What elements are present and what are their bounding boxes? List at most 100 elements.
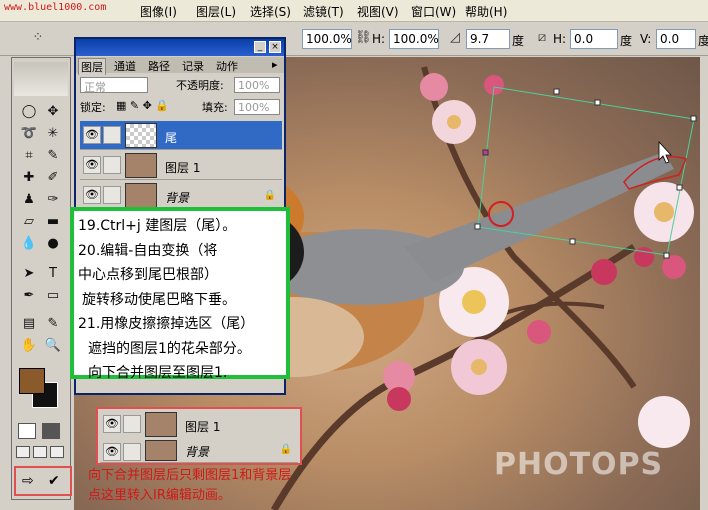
shape-tool-icon[interactable]: ▭ [42,286,64,306]
menu-window[interactable]: 窗口(W) [411,3,456,20]
screen-mode-3-icon[interactable] [50,446,64,458]
note-line: 19.Ctrl+j 建图层（尾）。 [78,218,237,234]
link-box-icon[interactable] [103,156,121,174]
screen-mode-2-icon[interactable] [33,446,47,458]
marquee-tool-icon[interactable]: ◯ [18,102,40,122]
link-box-icon[interactable] [123,415,141,433]
eye-icon[interactable]: 👁 [83,156,101,174]
menu-view[interactable]: 视图(V) [357,3,399,20]
reference-point-icon[interactable]: ⁘ [30,30,46,46]
menu-filter[interactable]: 滤镜(T) [303,3,344,20]
layer-row-tail[interactable]: 👁 尾 [80,121,282,150]
zoom-tool-icon[interactable]: 🔍 [42,336,64,356]
standard-mode-icon[interactable] [18,423,36,439]
hskew-label: H: [553,32,567,46]
blur-tool-icon[interactable]: 💧 [18,234,40,254]
layer-row-background[interactable]: 👁 背景 🔒 [80,181,282,210]
height-scale-field[interactable]: 100.0% [389,29,439,49]
layer-name: 背景 [165,191,190,205]
tab-layers[interactable]: 图层 [78,58,106,75]
degree-label-3: 度 [698,34,708,48]
move-tool-icon[interactable]: ✥ [42,102,64,122]
annotation-line-2: 点这里转入IR编辑动画。 [88,488,231,503]
history-brush-icon[interactable]: ✑ [42,190,64,210]
healing-brush-icon[interactable]: ✚ [18,168,40,188]
layer-row-layer1[interactable]: 👁 图层 1 [80,151,282,180]
link-box-icon[interactable] [123,443,141,461]
note-line: 中心点移到尾巴根部） [78,267,218,283]
brush-link-icon[interactable] [103,126,121,144]
instruction-note: 19.Ctrl+j 建图层（尾）。 20.编辑-自由变换（将 中心点移到尾巴根部… [70,207,290,381]
jump-to-imageready-button[interactable]: ⇨ ✔ [14,466,72,496]
layers-panel-titlebar[interactable]: _ × [76,39,284,56]
tab-actions[interactable]: 动作 [214,58,240,74]
opacity-field[interactable]: 100% [234,77,280,93]
dodge-tool-icon[interactable]: ● [42,234,64,254]
merged-layer-row-layer1[interactable]: 👁 图层 1 [100,410,298,439]
crop-tool-icon[interactable]: ⌗ [18,146,40,166]
slice-tool-icon[interactable]: ✎ [42,146,64,166]
eye-icon[interactable]: 👁 [103,415,121,433]
note-line: 向下合并图层至图层1. [88,365,228,381]
tab-history[interactable]: 记录 [180,58,206,74]
lock-icon: 🔒 [279,444,292,455]
eraser-tool-icon[interactable]: ▱ [18,212,40,232]
rotate-angle-icon: ◿ [450,30,460,45]
lock-icon: 🔒 [263,190,276,201]
clone-stamp-icon[interactable]: ♟ [18,190,40,210]
screen-mode-1-icon[interactable] [16,446,30,458]
note-line: 21.用橡皮擦擦掉选区（尾） [78,316,255,332]
layer-thumbnail [125,183,157,208]
width-scale-field[interactable]: 100.0% [302,29,352,49]
lock-icons[interactable]: ▦ ✎ ✥ 🔒 [116,99,169,112]
pen-tool-icon[interactable]: ✒ [18,286,40,306]
layer-name: 背景 [185,445,210,459]
menu-image[interactable]: 图像(I) [140,3,177,20]
menu-bar: www.bluel1000.com 图像(I) 图层(L) 选择(S) 滤镜(T… [0,0,708,22]
feather-logo-icon [14,62,68,96]
brush-tool-icon[interactable]: ✐ [42,168,64,188]
imageready-arrow-icon: ⇨ [22,473,34,489]
type-tool-icon[interactable]: T [42,264,64,284]
lasso-tool-icon[interactable]: ➰ [18,124,40,144]
note-line: 20.编辑-自由变换（将 [78,242,218,259]
hand-tool-icon[interactable]: ✋ [18,336,40,356]
layer-thumbnail [125,153,157,178]
eye-icon[interactable]: 👁 [83,126,101,144]
blend-mode-select[interactable]: 正常 [80,77,148,94]
lock-label: 锁定: [80,101,106,114]
eye-icon[interactable]: 👁 [83,186,101,204]
fill-label: 填充: [202,101,228,114]
tab-paths[interactable]: 路径 [146,58,172,74]
menu-help[interactable]: 帮助(H) [465,3,507,20]
merged-layers-panel: 👁 图层 1 👁 背景 🔒 [96,407,302,465]
hskew-field[interactable]: 0.0 [570,29,618,49]
merged-layer-row-background[interactable]: 👁 背景 🔒 [100,438,298,463]
annotation-line-1: 向下合并图层后只剩图层1和背景层 [88,468,292,483]
notes-tool-icon[interactable]: ▤ [18,314,40,334]
gradient-tool-icon[interactable]: ▬ [42,212,64,232]
minimize-button[interactable]: _ [254,41,266,53]
layer-thumbnail [145,440,177,461]
rotate-angle-field[interactable]: 9.7 [466,29,510,49]
menu-layer[interactable]: 图层(L) [196,3,236,20]
foreground-color-swatch[interactable] [19,368,45,394]
eye-icon[interactable]: 👁 [103,443,121,461]
link-box-icon[interactable] [103,186,121,204]
bottom-annotation: 向下合并图层后只剩图层1和背景层 点这里转入IR编辑动画。 [88,466,358,510]
path-select-icon[interactable]: ➤ [18,264,40,284]
tab-channels[interactable]: 通道 [112,58,138,74]
layer-name: 图层 1 [165,161,201,175]
degree-label-2: 度 [620,34,633,48]
panel-menu-arrow-icon[interactable]: ▸ [270,58,280,71]
magic-wand-icon[interactable]: ✳ [42,124,64,144]
eyedropper-icon[interactable]: ✎ [42,314,64,334]
vskew-field[interactable]: 0.0 [656,29,696,49]
note-line: 遮挡的图层1的花朵部分。 [88,340,251,357]
quickmask-mode-icon[interactable] [42,423,60,439]
menu-select[interactable]: 选择(S) [250,3,291,20]
close-button[interactable]: × [269,41,281,53]
panel-tabs: 图层 通道 路径 记录 动作 ▸ [76,57,284,75]
link-icon[interactable]: ⛓ [355,30,372,46]
fill-field[interactable]: 100% [234,99,280,115]
